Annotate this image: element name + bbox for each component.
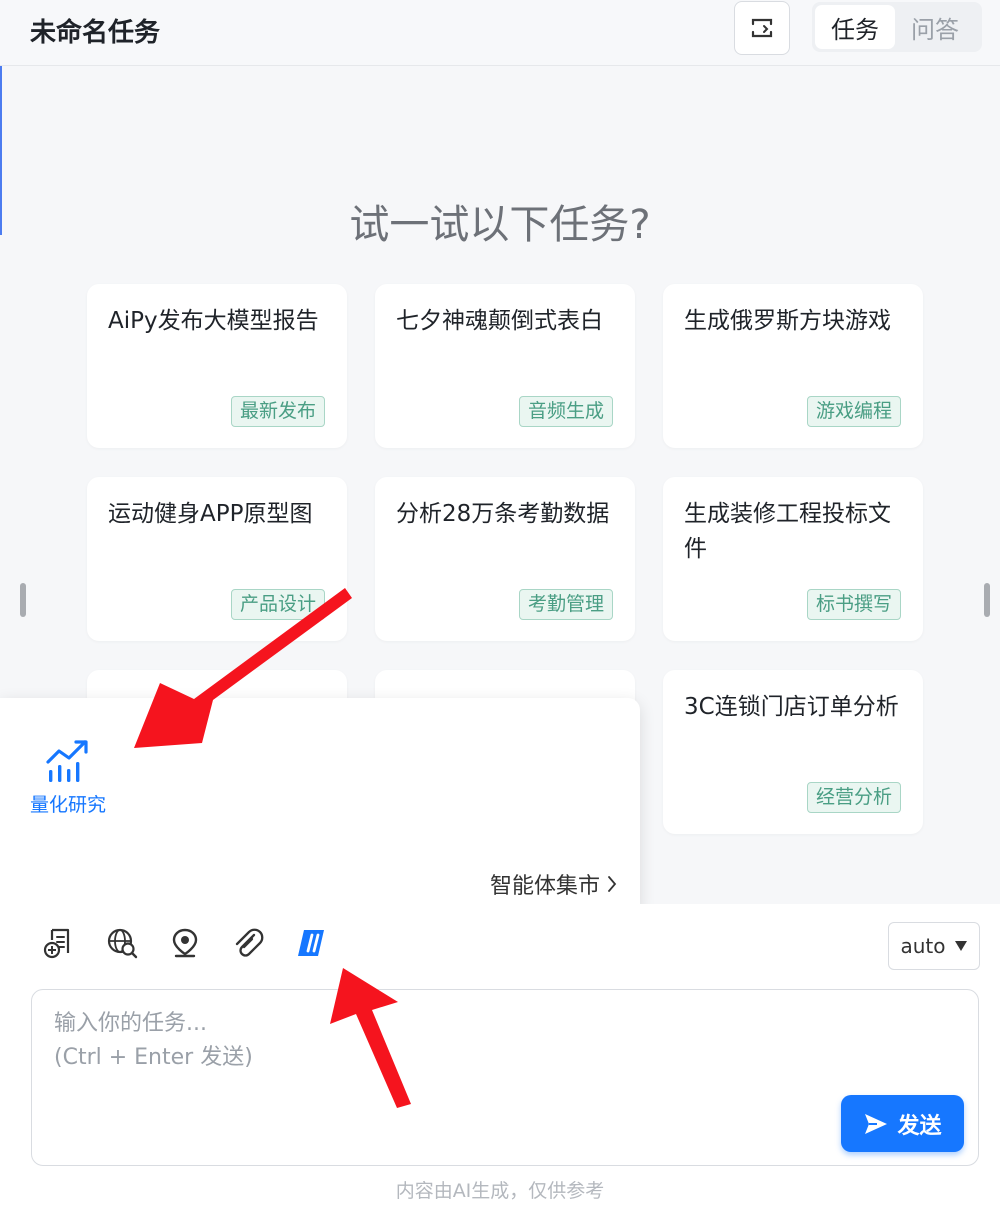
send-label: 发送 [897,1113,942,1139]
left-resize-handle[interactable] [20,583,26,617]
screen-toggle-icon [751,18,773,38]
agent-label: 量化研究 [29,794,106,816]
location-icon [172,928,198,958]
model-select[interactable]: auto [888,922,980,970]
card-tag: 经营分析 [806,782,901,813]
attachment-icon [235,928,264,957]
suggestion-card[interactable]: 运动健身APP原型图 产品设计 [87,477,347,641]
suggestion-card[interactable]: 分析28万条考勤数据 考勤管理 [375,477,635,641]
model-select-value: auto [900,934,946,958]
agent-market-button[interactable] [293,925,329,961]
card-tag: 音频生成 [518,396,613,427]
new-document-button[interactable] [40,925,76,961]
suggestion-heading: 试一试以下任务? [349,202,651,248]
task-input[interactable]: 输入你的任务... (Ctrl + Enter 发送) 发送 [31,989,979,1166]
card-tag: 游戏编程 [806,396,901,427]
agent-market-icon [298,930,324,956]
tab-task[interactable]: 任务 [815,5,895,49]
suggestion-card[interactable]: 七夕神魂颠倒式表白 音频生成 [375,284,635,448]
card-title: 3C连锁门店订单分析 [684,694,899,720]
card-tag: 考勤管理 [518,589,613,620]
card-title: AiPy发布大模型报告 [108,308,319,334]
composer-area: auto 输入你的任务... (Ctrl + Enter 发送) 发送 内容由A… [0,904,1000,1209]
send-button[interactable]: 发送 [841,1095,964,1152]
suggestion-card[interactable]: 生成装修工程投标文件 标书撰写 [663,477,923,641]
card-title: 分析28万条考勤数据 [396,501,610,527]
card-title: 生成装修工程投标文件 [684,501,891,562]
screen-toggle-button[interactable] [734,1,790,55]
location-button[interactable] [167,925,203,961]
mode-switch: 任务 问答 [812,2,982,52]
tab-qa[interactable]: 问答 [895,5,975,49]
web-search-button[interactable] [104,925,140,961]
right-resize-handle[interactable] [984,583,990,617]
card-title: 运动健身APP原型图 [108,501,313,527]
agent-market-link[interactable]: 智能体集市 [490,868,618,900]
header-bar: 未命名任务 任务 问答 [0,0,1000,66]
page-title: 未命名任务 [30,18,161,48]
send-arrow-icon [865,1113,888,1134]
card-tag: 最新发布 [230,396,325,427]
web-search-icon [107,928,138,959]
suggestion-card[interactable]: AiPy发布大模型报告 最新发布 [87,284,347,448]
dropdown-triangle-icon [954,941,967,951]
suggestion-card[interactable]: 生成俄罗斯方块游戏 游戏编程 [663,284,923,448]
new-document-icon [43,928,70,959]
chevron-right-icon [608,876,617,892]
task-input-placeholder: 输入你的任务... (Ctrl + Enter 发送) [54,1011,253,1070]
agent-popup: 量化研究 智能体集市 [0,698,640,916]
suggestion-card[interactable]: 3C连锁门店订单分析 经营分析 [663,670,923,834]
attachment-button[interactable] [230,925,266,961]
card-title: 生成俄罗斯方块游戏 [684,308,891,334]
quant-chart-icon [46,740,88,782]
card-tag: 产品设计 [230,589,325,620]
ai-disclaimer: 内容由AI生成，仅供参考 [395,1180,605,1202]
market-link-label: 智能体集市 [489,874,600,899]
card-title: 七夕神魂颠倒式表白 [396,308,603,334]
card-tag: 标书撰写 [806,589,901,620]
agent-quant-research[interactable]: 量化研究 [24,736,112,817]
